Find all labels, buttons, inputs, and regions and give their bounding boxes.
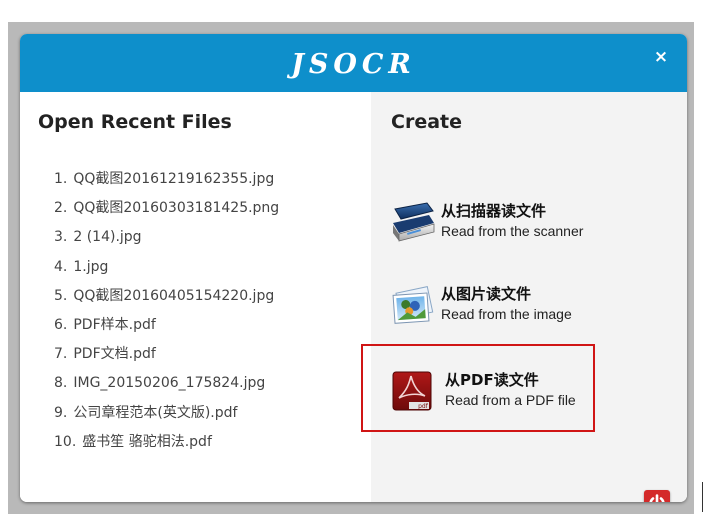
recent-file-item[interactable]: 7. PDF文档.pdf [54, 340, 279, 369]
recent-file-name: 盛书笙 骆驼相法.pdf [82, 433, 212, 450]
recent-file-name: 公司章程范本(英文版).pdf [73, 404, 238, 421]
pdf-option-highlight [361, 344, 595, 432]
recent-file-item[interactable]: 9. 公司章程范本(英文版).pdf [54, 399, 279, 428]
recent-file-number: 2. [54, 200, 68, 217]
image-label-cn: 从图片读文件 [441, 285, 532, 303]
recent-file-item[interactable]: 5. QQ截图20160405154220.jpg [54, 282, 279, 311]
recent-file-name: PDF样本.pdf [73, 316, 156, 333]
recent-file-number: 3. [54, 229, 68, 246]
recent-file-item[interactable]: 1. QQ截图20161219162355.jpg [54, 165, 279, 194]
read-from-image-button[interactable]: 从图片读文件 Read from the image [391, 280, 641, 330]
create-panel: Create 从扫描器读文件 Read from the scanner 从图片… [371, 92, 687, 502]
recent-file-item[interactable]: 3. 2 (14).jpg [54, 223, 279, 252]
recent-file-number: 6. [54, 316, 68, 333]
recent-file-item[interactable]: 2. QQ截图20160303181425.png [54, 194, 279, 223]
recent-file-number: 7. [54, 346, 68, 363]
recent-file-item[interactable]: 6. PDF样本.pdf [54, 311, 279, 340]
recent-file-name: QQ截图20160405154220.jpg [73, 287, 275, 304]
recent-file-item[interactable]: 8. IMG_20150206_175824.jpg [54, 369, 279, 398]
recent-file-number: 9. [54, 404, 68, 421]
recent-file-item[interactable]: 10. 盛书笙 骆驼相法.pdf [54, 428, 279, 457]
recent-file-name: PDF文档.pdf [73, 346, 156, 363]
recent-file-name: QQ截图20161219162355.jpg [73, 171, 275, 187]
create-heading: Create [391, 111, 462, 133]
title-bar: JSOCR × [20, 34, 687, 92]
recent-file-name: 1.jpg [73, 258, 109, 275]
recent-file-number: 8. [54, 375, 68, 392]
recent-file-number: 1. [54, 171, 68, 187]
recent-files-list: 1. QQ截图20161219162355.jpg 2. QQ截图2016030318… [54, 165, 279, 457]
dialog-title: JSOCR [291, 49, 416, 80]
scanner-label-en: Read from the scanner [441, 223, 584, 239]
recent-files-heading: Open Recent Files [38, 111, 232, 133]
recent-file-name: 2 (14).jpg [73, 229, 142, 246]
scanner-label-cn: 从扫描器读文件 [441, 202, 547, 220]
recent-file-item[interactable]: 4. 1.jpg [54, 253, 279, 282]
scanner-icon [393, 202, 435, 242]
recent-file-name: QQ截图20160303181425.png [73, 200, 280, 217]
recent-file-number: 10. [54, 433, 77, 450]
image-icon [392, 286, 434, 324]
image-label-en: Read from the image [441, 306, 572, 322]
recent-file-number: 4. [54, 258, 68, 275]
jsocr-dialog: JSOCR × Open Recent Files 1. QQ截图20161219… [20, 34, 687, 502]
recent-files-panel: Open Recent Files 1. QQ截图20161219162355.j… [20, 92, 371, 502]
recent-file-number: 5. [54, 287, 68, 304]
power-button[interactable] [644, 490, 670, 502]
read-from-scanner-button[interactable]: 从扫描器读文件 Read from the scanner [391, 197, 641, 247]
recent-file-name: IMG_20150206_175824.jpg [73, 375, 266, 392]
power-icon [649, 494, 665, 502]
close-button[interactable]: × [651, 47, 671, 67]
